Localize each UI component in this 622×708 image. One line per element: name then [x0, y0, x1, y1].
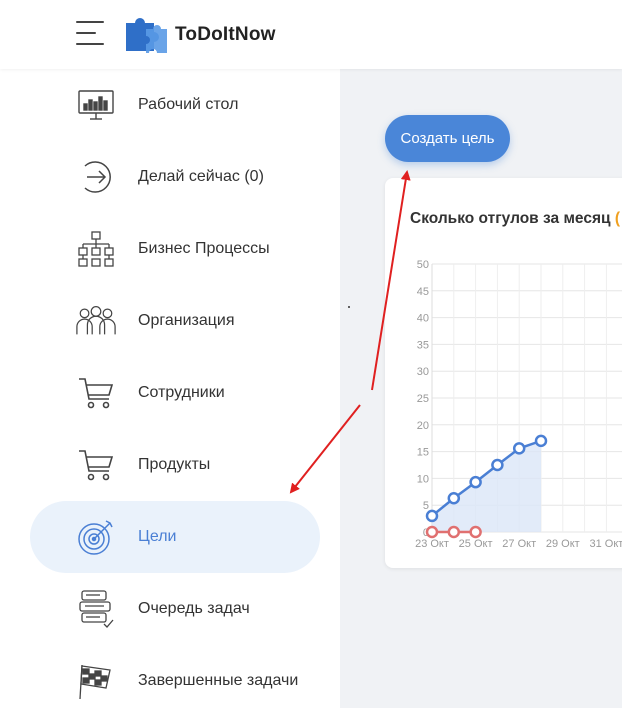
puzzle-icon[interactable]	[122, 13, 168, 55]
hamburger-menu-icon[interactable]	[76, 20, 104, 46]
x-tick-label: 25 Окт	[459, 538, 493, 550]
sidebar: Рабочий стол Делай сейчас (0) Бизнес Про…	[0, 69, 340, 708]
y-tick-label: 20	[417, 420, 429, 432]
sidebar-item-label: Очередь задач	[138, 600, 250, 617]
data-point	[447, 525, 461, 539]
checkered-flag-icon	[75, 660, 117, 702]
sidebar-item-task-queue[interactable]: Очередь задач	[30, 573, 320, 645]
data-point	[425, 509, 439, 523]
sidebar-item-products[interactable]: Продукты	[30, 429, 320, 501]
brand-name[interactable]: ToDoItNow	[175, 24, 276, 46]
y-tick-label: 25	[417, 393, 429, 405]
sidebar-item-organization[interactable]: Организация	[30, 285, 320, 357]
x-tick-label: 31 Окт	[589, 538, 622, 550]
y-tick-label: 15	[417, 447, 429, 459]
data-point	[512, 442, 526, 455]
sidebar-item-dashboard[interactable]: Рабочий стол	[30, 69, 320, 141]
shopping-cart-icon	[75, 372, 117, 414]
sidebar-item-goals[interactable]: Цели	[30, 501, 320, 573]
sidebar-item-business-processes[interactable]: Бизнес Процессы	[30, 213, 320, 285]
top-header: ToDoItNow	[0, 0, 622, 69]
data-point	[534, 434, 548, 448]
target-icon	[75, 516, 117, 558]
goal-chart-card: Сколько отгулов за месяц ( 0510152025303…	[385, 178, 622, 568]
sidebar-item-label: Завершенные задачи	[138, 672, 299, 689]
y-tick-label: 10	[417, 473, 429, 485]
sidebar-item-label: Сотрудники	[138, 384, 225, 401]
series-area	[432, 440, 541, 532]
arrow-right-circle-icon	[75, 156, 117, 198]
y-tick-label: 5	[423, 500, 429, 512]
x-tick-label: 23 Окт	[415, 538, 449, 550]
data-point	[491, 458, 504, 472]
shopping-cart-icon	[75, 444, 117, 486]
sidebar-item-label: Организация	[138, 312, 235, 329]
sidebar-item-label: Рабочий стол	[138, 96, 239, 113]
data-point	[469, 475, 482, 489]
sidebar-item-label: Цели	[138, 528, 177, 545]
task-queue-icon	[75, 588, 117, 630]
x-tick-label: 29 Окт	[546, 538, 580, 550]
sidebar-item-completed-tasks[interactable]: Завершенные задачи	[30, 645, 320, 708]
sidebar-item-do-now[interactable]: Делай сейчас (0)	[30, 141, 320, 213]
sidebar-item-employees[interactable]: Сотрудники	[30, 357, 320, 429]
data-point	[447, 491, 461, 505]
stray-dot	[348, 306, 350, 308]
line-chart: 0510152025303540455023 Окт25 Окт27 Окт29…	[415, 259, 622, 550]
data-point	[469, 525, 482, 539]
sidebar-item-label: Продукты	[138, 456, 211, 473]
y-tick-label: 35	[417, 339, 429, 351]
sidebar-item-label: Делай сейчас (0)	[138, 168, 264, 185]
org-tree-icon	[75, 228, 117, 270]
people-group-icon	[75, 300, 117, 342]
dashboard-monitor-icon	[75, 84, 117, 126]
y-tick-label: 45	[417, 286, 429, 298]
y-tick-label: 40	[417, 313, 429, 325]
data-point	[425, 525, 439, 539]
y-tick-label: 30	[417, 366, 429, 378]
create-goal-button[interactable]: Создать цель	[385, 115, 510, 162]
y-tick-label: 50	[417, 259, 429, 271]
sidebar-item-label: Бизнес Процессы	[138, 240, 270, 257]
x-tick-label: 27 Окт	[502, 538, 536, 550]
